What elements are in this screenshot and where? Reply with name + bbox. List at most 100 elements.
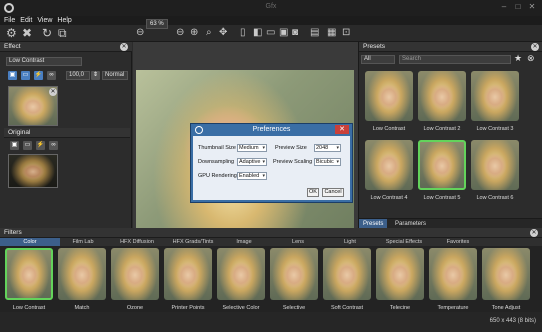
filter-label: Temperature <box>437 305 469 311</box>
category-special-effects[interactable]: Special Effects <box>374 238 434 246</box>
histogram-icon[interactable]: ▤ <box>310 26 319 40</box>
preset-thumbnail <box>418 71 466 121</box>
menu-view[interactable]: View <box>37 16 52 25</box>
grid-icon[interactable]: ▦ <box>327 26 336 40</box>
link-icon[interactable]: ∞ <box>47 71 56 80</box>
opacity-stepper[interactable]: ⇕ <box>91 71 100 80</box>
split-view-icon[interactable]: ▯ <box>240 26 246 40</box>
filter-item[interactable]: Telecine <box>374 246 426 312</box>
close-window-button[interactable]: ✕ <box>526 1 538 13</box>
category-film-lab[interactable]: Film Lab <box>60 238 106 246</box>
filter-item[interactable]: Printer Points <box>162 246 214 312</box>
magnify-icon[interactable]: ⌕ <box>206 26 212 40</box>
filter-item[interactable]: Match <box>56 246 108 312</box>
filter-label: Telecine <box>389 305 411 311</box>
preview-scaling-label: Preview Scaling <box>273 159 313 165</box>
filter-label: Low Contrast <box>12 305 46 311</box>
favorite-star-icon[interactable]: ★ <box>514 53 522 64</box>
original-lightning-icon[interactable]: ⚡ <box>36 141 45 150</box>
dialog-cancel-button[interactable]: Cancel <box>322 188 344 197</box>
opacity-field[interactable]: 100,0 <box>66 71 90 80</box>
filter-thumbnail <box>482 248 530 300</box>
filter-label: Selective <box>282 305 306 311</box>
presets-category-select[interactable]: All <box>361 55 395 64</box>
original-link-icon[interactable]: ∞ <box>49 141 58 150</box>
compare-icon[interactable]: ◧ <box>253 26 262 40</box>
main-toolbar: ⚙ ✖ ↻ ⧉ ⊖ ⊖ ⊕ ⌕ ✥ ▯ ◧ ▭ ▣ ◙ ▤ ▦ ⊡ <box>0 25 542 42</box>
presets-panel: Presets ✕ All Search ★ ⊗ Low Contrast Lo… <box>358 42 542 229</box>
window-title: Gfx <box>265 3 277 10</box>
effect-panel-close-icon[interactable]: ✕ <box>120 43 128 51</box>
refresh-icon[interactable]: ↻ <box>42 26 52 40</box>
category-image[interactable]: Image <box>218 238 270 246</box>
menu-file[interactable]: File <box>4 16 15 25</box>
preview-size-select[interactable]: 2048 <box>314 144 341 152</box>
category-hfx-diffusion[interactable]: HFX Diffusion <box>106 238 168 246</box>
preview-scaling-select[interactable]: Bicubic <box>314 158 341 166</box>
category-hfx-grads-tints[interactable]: HFX Grads/Tints <box>168 238 218 246</box>
filter-label: Match <box>74 305 90 311</box>
preset-label: Low Contrast 3 <box>476 126 514 132</box>
menu-help[interactable]: Help <box>57 16 71 25</box>
preview-size-label: Preview Size <box>275 145 307 151</box>
preset-item-selected[interactable]: Low Contrast 5 <box>416 139 468 201</box>
menu-edit[interactable]: Edit <box>20 16 32 25</box>
snapshot-icon[interactable]: ▣ <box>279 26 288 40</box>
maximize-button[interactable]: □ <box>512 1 524 13</box>
before-after-icon[interactable]: ▭ <box>266 26 275 40</box>
thumbnail-size-select[interactable]: Medium <box>237 144 267 152</box>
preset-item[interactable]: Low Contrast 6 <box>469 139 521 201</box>
layer-mask-icon[interactable]: ▣ <box>8 71 17 80</box>
downsampling-select[interactable]: Adaptive <box>237 158 267 166</box>
preset-thumbnail <box>365 71 413 121</box>
preset-item[interactable]: Low Contrast 3 <box>469 70 521 132</box>
filter-item[interactable]: Soft Contrast <box>321 246 373 312</box>
camera-icon[interactable]: ◙ <box>292 26 298 40</box>
filter-item[interactable]: Selective Color <box>215 246 267 312</box>
filter-thumbnail <box>5 248 53 300</box>
layer-monitor-icon[interactable]: ▭ <box>21 71 30 80</box>
lightning-icon[interactable]: ⚡ <box>34 71 43 80</box>
pan-move-icon[interactable]: ✥ <box>219 26 227 40</box>
cancel-x-icon[interactable]: ✖ <box>22 26 32 40</box>
category-light[interactable]: Light <box>326 238 374 246</box>
category-lens[interactable]: Lens <box>270 238 326 246</box>
settings-gear-icon[interactable]: ⚙ <box>6 26 17 40</box>
gpu-rendering-select[interactable]: Enabled <box>237 172 267 180</box>
dialog-close-button[interactable]: ✕ <box>335 125 349 134</box>
crop-icon[interactable]: ⊡ <box>342 26 350 40</box>
zoom-in-icon[interactable]: ⊕ <box>190 26 198 40</box>
preset-item[interactable]: Low Contrast 4 <box>363 139 415 201</box>
filter-item[interactable]: Tone Adjust <box>480 246 532 312</box>
fit-frame-icon[interactable]: ⧉ <box>58 26 67 40</box>
filter-item[interactable]: Ozone <box>109 246 161 312</box>
filter-thumbnail <box>164 248 212 300</box>
zoom-out-small-icon[interactable]: ⊖ <box>136 26 144 40</box>
presets-search-input[interactable]: Search <box>399 55 511 64</box>
effect-layer-remove-icon[interactable]: ✕ <box>49 88 57 96</box>
presets-delete-icon[interactable]: ⊗ <box>527 53 535 64</box>
filters-panel-close-icon[interactable]: ✕ <box>530 229 538 237</box>
zoom-level[interactable]: 63 % <box>146 19 168 29</box>
preset-thumbnail <box>365 140 413 190</box>
preset-item[interactable]: Low Contrast <box>363 70 415 132</box>
preset-item[interactable]: Low Contrast 2 <box>416 70 468 132</box>
preset-thumbnail <box>471 71 519 121</box>
preset-thumbnail <box>471 140 519 190</box>
presets-panel-close-icon[interactable]: ✕ <box>531 43 539 51</box>
minimize-button[interactable]: – <box>498 1 510 13</box>
filter-item-selected[interactable]: Low Contrast <box>3 246 55 312</box>
filter-item[interactable]: Temperature <box>427 246 479 312</box>
downsampling-label: Downsampling <box>198 159 235 165</box>
filter-item[interactable]: Selective <box>268 246 320 312</box>
filter-label: Selective Color <box>222 305 260 311</box>
original-monitor-icon[interactable]: ▭ <box>23 141 32 150</box>
dialog-ok-button[interactable]: OK <box>307 188 319 197</box>
effect-name-field[interactable]: Low Contrast <box>6 57 82 66</box>
category-favorites[interactable]: Favorites <box>434 238 482 246</box>
original-thumbnail[interactable] <box>8 154 58 188</box>
original-mask-icon[interactable]: ▣ <box>10 141 19 150</box>
zoom-out-icon[interactable]: ⊖ <box>176 26 184 40</box>
blend-mode-select[interactable]: Normal <box>102 71 128 80</box>
category-color[interactable]: Color <box>0 238 60 246</box>
